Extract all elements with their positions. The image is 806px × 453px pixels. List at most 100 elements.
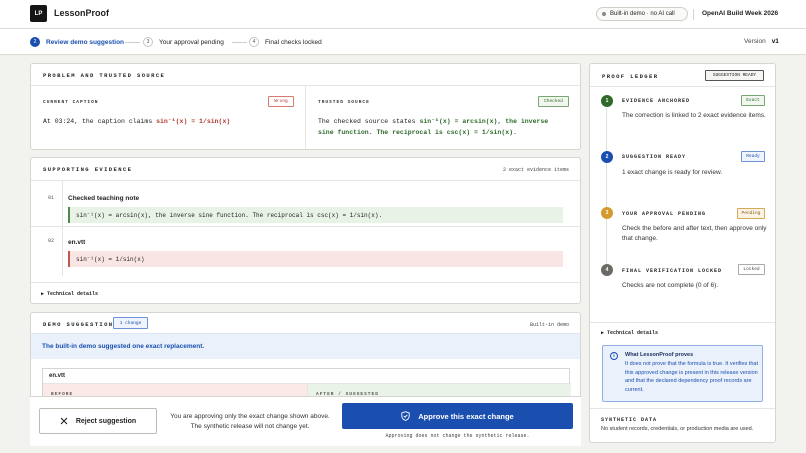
ledger-timeline-line bbox=[606, 108, 607, 270]
problem-title: PROBLEM AND TRUSTED SOURCE bbox=[43, 72, 166, 79]
ledger-step-number: 4 bbox=[601, 264, 613, 276]
shield-check-icon bbox=[401, 411, 410, 421]
ready-badge: Ready bbox=[741, 151, 765, 162]
technical-details-label: Technical details bbox=[607, 330, 659, 336]
pending-badge: Pending bbox=[737, 208, 765, 219]
ledger-status-badge: SUGGESTION READY bbox=[705, 70, 764, 81]
ledger-item-text: The correction is linked to 2 exact evid… bbox=[622, 112, 766, 119]
status-dot-icon bbox=[602, 12, 606, 16]
evidence-item-title: Checked teaching note bbox=[68, 195, 140, 202]
approval-note: You are approving only the exact change … bbox=[170, 413, 330, 430]
wrong-badge: Wrong bbox=[268, 96, 294, 107]
ledger-step-number: 2 bbox=[601, 151, 613, 163]
ledger-item-text: Check the before and after text, then ap… bbox=[622, 225, 767, 242]
trusted-source-label: TRUSTED SOURCE bbox=[318, 100, 370, 105]
ledger-divider bbox=[590, 322, 775, 323]
current-caption-text: At 03:24, the caption claims sin⁻¹(x) = … bbox=[43, 116, 230, 127]
evidence-code: sin⁻¹(x) = 1/sin(x) bbox=[68, 251, 563, 267]
current-caption-panel: CURRENT CAPTION Wrong At 03:24, the capt… bbox=[31, 85, 306, 149]
ledger-technical-details-toggle[interactable]: ▶ Technical details bbox=[601, 330, 658, 336]
demo-mode-pill: Built-in demo · no AI call bbox=[596, 7, 688, 21]
source-prefix: The checked source states bbox=[318, 118, 416, 125]
caret-right-icon: ▶ bbox=[41, 291, 45, 297]
caption-formula: sin⁻¹(x) = 1/sin(x) bbox=[156, 118, 231, 125]
change-count-badge: 1 change bbox=[113, 317, 148, 329]
ledger-item-title: YOUR APPROVAL PENDING bbox=[622, 211, 707, 217]
ledger-item-text: Checks are not complete (0 of 6). bbox=[622, 282, 719, 289]
progress-steps: 2 Review demo suggestion 3 Your approval… bbox=[0, 29, 806, 55]
ledger-divider bbox=[590, 86, 775, 87]
evidence-divider bbox=[62, 227, 63, 276]
brand-name: LessonProof bbox=[54, 8, 110, 18]
info-body: It does not prove that the formula is tr… bbox=[625, 361, 758, 393]
version-value: v1 bbox=[771, 38, 779, 45]
trusted-source-line1: The checked source states sin⁻¹(x) = arc… bbox=[318, 116, 548, 127]
problem-card: PROBLEM AND TRUSTED SOURCE CURRENT CAPTI… bbox=[30, 63, 581, 150]
approve-note: Approving does not change the synthetic … bbox=[385, 433, 530, 439]
info-box: i What LessonProof proves It does not pr… bbox=[602, 345, 763, 402]
ledger-divider bbox=[590, 408, 775, 409]
evidence-number: 02 bbox=[48, 238, 55, 244]
synthetic-data-title: SYNTHETIC DATA bbox=[601, 417, 658, 423]
technical-details-label: Technical details bbox=[47, 291, 99, 297]
ledger-title: PROOF LEDGER bbox=[602, 73, 659, 80]
proof-ledger-card: PROOF LEDGER SUGGESTION READY 1 EVIDENCE… bbox=[589, 63, 776, 443]
step-connector bbox=[232, 42, 247, 43]
evidence-technical-details-toggle[interactable]: ▶ Technical details bbox=[41, 291, 98, 297]
evidence-title: SUPPORTING EVIDENCE bbox=[43, 166, 133, 173]
demo-mode-label: Built-in demo · no AI call bbox=[610, 11, 675, 17]
reject-label: Reject suggestion bbox=[75, 417, 137, 425]
exact-badge: Exact bbox=[741, 95, 765, 106]
demo-summary-text: The built-in demo suggested one exact re… bbox=[42, 343, 205, 350]
step-label: Review demo suggestion bbox=[46, 38, 125, 46]
checked-badge: Checked bbox=[538, 96, 569, 107]
synthetic-data-text: No student records, credentials, or prod… bbox=[601, 426, 754, 432]
reject-suggestion-button[interactable]: Reject suggestion bbox=[39, 408, 157, 434]
locked-badge: Locked bbox=[738, 264, 765, 275]
demo-suggestion-card: DEMO SUGGESTION 1 change Built-in demo T… bbox=[30, 312, 581, 402]
evidence-divider bbox=[62, 181, 63, 227]
step-number: 2 bbox=[30, 37, 40, 47]
event-label: OpenAI Build Week 2026 bbox=[702, 10, 779, 17]
header-divider bbox=[693, 9, 694, 20]
approve-change-button[interactable]: Approve this exact change bbox=[342, 403, 573, 429]
trusted-source-line2: sine function. The reciprocal is csc(x) … bbox=[318, 129, 517, 136]
approve-label: Approve this exact change bbox=[418, 411, 514, 421]
close-icon bbox=[60, 417, 68, 425]
source-formula-1: sin⁻¹(x) = arcsin(x), the inverse bbox=[419, 118, 549, 125]
evidence-number: 01 bbox=[48, 195, 55, 201]
evidence-item: 02 en.vtt sin⁻¹(x) = 1/sin(x) bbox=[31, 226, 580, 276]
trusted-source-panel: TRUSTED SOURCE Checked The checked sourc… bbox=[306, 85, 580, 149]
evidence-item: 01 Checked teaching note sin⁻¹(x) = arcs… bbox=[31, 180, 580, 227]
demo-summary-band: The built-in demo suggested one exact re… bbox=[31, 333, 580, 359]
evidence-card: SUPPORTING EVIDENCE 2 exact evidence ite… bbox=[30, 157, 581, 304]
step-review[interactable]: 2 Review demo suggestion bbox=[30, 37, 124, 47]
step-label: Your approval pending bbox=[159, 38, 224, 46]
demo-title: DEMO SUGGESTION bbox=[43, 321, 114, 328]
caret-right-icon: ▶ bbox=[601, 330, 605, 336]
evidence-item-title: en.vtt bbox=[68, 239, 86, 246]
info-title: What LessonProof proves bbox=[625, 352, 694, 358]
step-number: 4 bbox=[249, 37, 259, 47]
ledger-step-number: 1 bbox=[601, 95, 613, 107]
ledger-item-title: EVIDENCE ANCHORED bbox=[622, 98, 691, 104]
action-bar: Reject suggestion You are approving only… bbox=[30, 396, 581, 446]
current-caption-label: CURRENT CAPTION bbox=[43, 100, 99, 105]
ledger-item-text: 1 exact change is ready for review. bbox=[622, 169, 723, 176]
diff-file-name: en.vtt bbox=[49, 373, 66, 379]
evidence-tech-row: ▶ Technical details bbox=[31, 282, 580, 303]
version-indicator: Version v1 bbox=[744, 38, 779, 45]
app-logo: LP bbox=[30, 5, 47, 22]
step-label: Final checks locked bbox=[265, 38, 322, 46]
demo-tag: Built-in demo bbox=[530, 322, 570, 328]
info-icon: i bbox=[610, 352, 618, 360]
step-connector bbox=[125, 42, 140, 43]
ledger-item-title: SUGGESTION READY bbox=[622, 154, 687, 160]
ledger-item-title: FINAL VERIFICATION LOCKED bbox=[622, 268, 723, 274]
step-final[interactable]: 4 Final checks locked bbox=[249, 37, 322, 47]
ledger-step-number: 3 bbox=[601, 207, 613, 219]
version-label: Version bbox=[744, 38, 766, 45]
step-number: 3 bbox=[143, 37, 153, 47]
step-approval[interactable]: 3 Your approval pending bbox=[143, 37, 224, 47]
caption-prefix: At 03:24, the caption claims bbox=[43, 118, 153, 125]
